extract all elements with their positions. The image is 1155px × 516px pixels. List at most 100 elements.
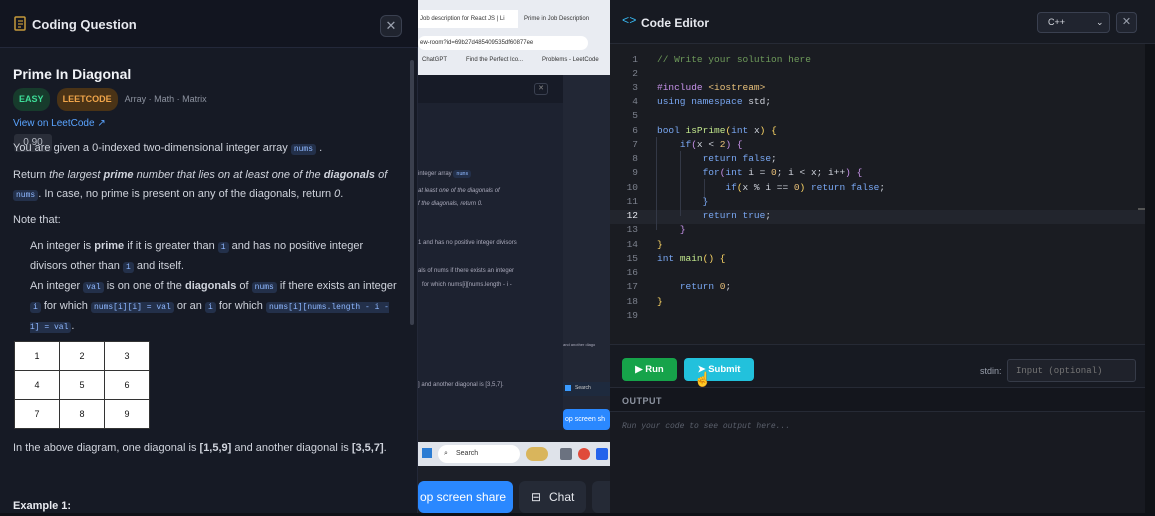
line-number: 8 [632,153,638,164]
shared-text-2: at least one of the diagonals of [418,188,500,194]
line-number: 18 [626,296,638,307]
stdin-label: stdin: [980,366,1002,376]
code-line: return 0; [679,281,732,292]
caption-a: In the above diagram, one diagonal is [13,442,197,454]
b2-d: of [239,280,249,292]
close-editor-button[interactable]: ✕ [1116,12,1137,33]
shared-tab-2: Prime in Job Description [524,16,590,22]
difficulty-badge: EASY [13,88,50,111]
run-button[interactable]: ▶ Run [622,358,677,381]
bullet-1: An integer is prime if it is greater tha… [30,237,402,277]
language-select[interactable]: C++ ⌄ [1037,12,1110,33]
editor-scrollbar-track[interactable] [1145,44,1155,513]
line-number: 9 [632,167,638,178]
p2-g: . In case, no prime is present on any of… [38,188,332,200]
code-line: return false; [702,153,777,164]
shared-nested-taskbar: Search [563,382,610,396]
line-number: 13 [626,224,638,235]
caption-c: and another diagonal is [234,442,349,454]
code-line: } [657,296,663,307]
windows-icon [565,385,571,391]
p2-i: . [340,188,344,200]
shared-text-3: f the diagonals, return 0. [418,201,483,207]
stdin-input[interactable] [1007,359,1136,382]
windows-start-icon [422,448,432,458]
chat-button[interactable]: ⊟ Chat [519,481,586,513]
document-icon [14,16,28,32]
close-question-button[interactable]: ✕ [380,15,402,37]
question-panel: Coding Question ✕ Prime In Diagonal EASY… [0,0,418,513]
more-button[interactable] [592,481,610,513]
b1-code2: 1 [122,262,134,273]
shared-text-4: 1 and has no positive integer divisors [418,240,517,246]
caption-b: [1,5,9] [199,442,232,454]
b1-code1: 1 [217,242,229,253]
minimap-marker [1138,208,1145,210]
p2-d: number that lies on at least one of the [136,169,321,181]
code-line: return true; [702,210,772,221]
b2-h: for which [218,300,263,312]
shared-text-8: and another diago [563,342,596,347]
b2-e: if there exists an integer [279,280,397,292]
diagram-caption: In the above diagram, one diagonal is [1… [13,439,403,458]
close-icon: ✕ [385,18,397,33]
nested-search: Search [575,385,591,391]
line-number: 17 [626,281,638,292]
shared-text-5: als of nums if there exists an integer [418,268,515,274]
paragraph-2: Return the largest prime number that lie… [13,166,403,205]
line-number: 5 [632,110,638,121]
shared-bookmark-2: Find the Perfect Ico... [466,57,524,63]
shared-url: ew-room?id=69b27d485409535df60877ee [418,36,588,50]
question-scrollbar[interactable] [410,60,414,325]
play-icon: ▶ [635,364,643,375]
line-number: 2 [632,68,638,79]
line-number: 15 [626,253,638,264]
chat-label: Chat [549,490,575,504]
output-placeholder: Run your code to see output here... [622,422,791,431]
question-header-title: Coding Question [32,17,137,32]
code-line: if(x < 2) { [679,139,743,150]
caption-d: [3,5,7] [351,442,384,454]
b2-f: for which [43,300,88,312]
code-line: } [702,196,709,207]
tags: Array · Math · Matrix [124,94,207,104]
code-line: } [679,224,686,235]
search-icon: ⌕ [444,450,448,457]
output-area: Run your code to see output here... [610,411,1145,513]
stop-screen-share-button[interactable]: op screen share [418,481,513,513]
chat-icon: ⊟ [531,490,542,504]
chevron-down-icon: ⌄ [1096,17,1104,27]
matrix-cell: 2 [59,341,105,371]
line-number: 4 [632,96,638,107]
b2-code3: i [30,302,41,313]
p2-c: prime [103,169,134,181]
shared-small-share-button: op screen sh [563,409,610,430]
badge-row: EASY LEETCODE Array · Math · Matrix [13,88,403,111]
b2-c: diagonals [184,280,237,292]
code-line: int main() { [657,253,726,264]
p1-text: You are given a 0-indexed two-dimensiona… [13,142,288,154]
b2-a: An integer [30,280,81,292]
b1-c: if it is greater than [127,240,215,252]
line-number: 1 [632,54,638,65]
code-area[interactable]: 1 2 3 4 5 6 7 8 9 10 11 12 13 14 15 16 17 18 19 // Write y… [610,44,1145,344]
b2-b: is on one of the [106,280,182,292]
code-line: for(int i = 0; i < x; i++) { [702,167,863,178]
view-on-leetcode-link[interactable]: View on LeetCode ↗ [13,114,403,133]
shared-taskbar: ⌕ Search [418,442,610,466]
problem-title: Prime In Diagonal [13,66,132,82]
p1-suffix: . [319,142,323,154]
shared-t1c: nums [453,170,472,178]
matrix-cell: 9 [104,399,150,429]
shared-nested-view: and another diago Search op screen sh [563,75,610,430]
taskbar-search-label: Search [456,450,479,457]
shared-bookmark-3: Problems - LeetCode [542,57,599,63]
matrix-diagram: 123 456 789 [14,341,150,429]
code-icon: <> [622,14,637,28]
b2-code5: i [204,302,216,313]
shared-browser-chrome: Job description for React JS | Li Prime … [418,0,610,75]
code-line: // Write your solution here [657,54,811,65]
submit-label: Submit [708,364,741,375]
p2-code: nums [13,190,39,201]
action-bar: ▶ Run ➤ Submit ☝ stdin: [610,344,1155,388]
